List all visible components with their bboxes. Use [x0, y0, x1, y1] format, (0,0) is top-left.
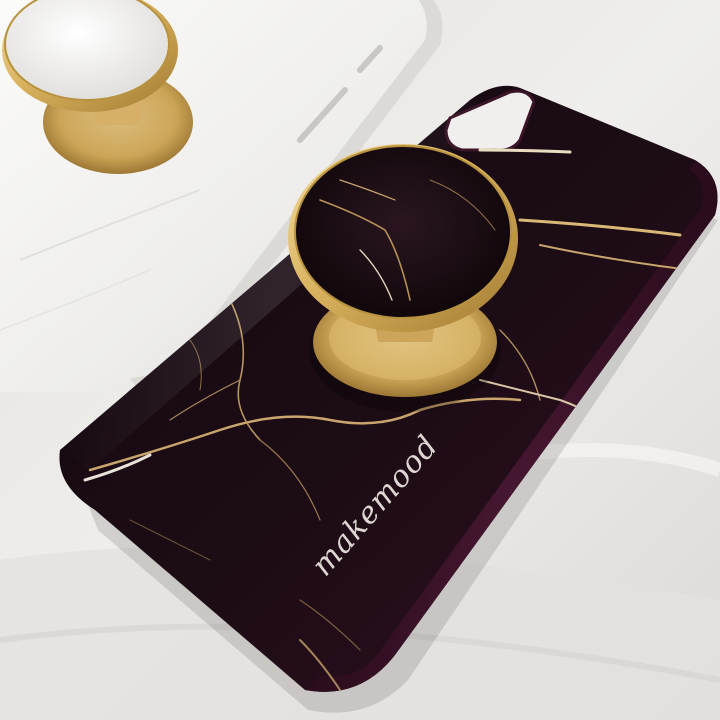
product-photo: makemood — [0, 0, 720, 720]
photo-canvas — [0, 0, 720, 720]
black-pop-grip — [288, 144, 518, 412]
